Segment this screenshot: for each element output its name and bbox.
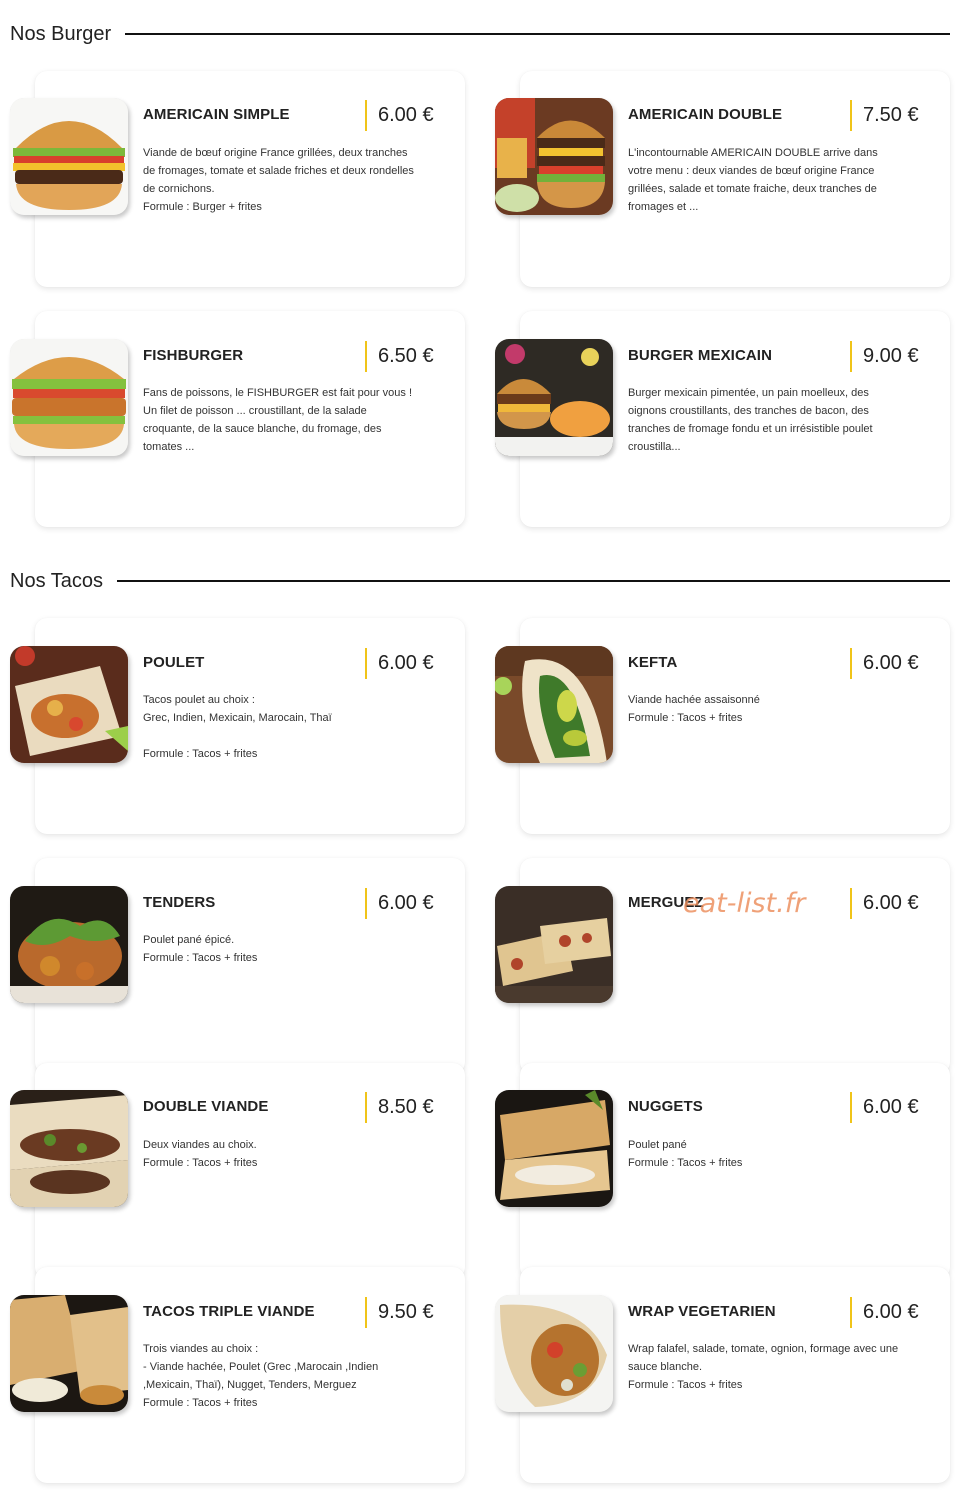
item-description: Poulet pané épicé. Formule : Tacos + fri… [143, 931, 443, 967]
description-line: Formule : Tacos + frites [143, 748, 258, 760]
description-line: Formule : Tacos + frites [143, 1157, 258, 1169]
item-price: 9.00 € [850, 341, 919, 372]
item-name: NUGGETS [628, 1098, 703, 1115]
item-price: 6.00 € [850, 648, 919, 679]
description-line: Un filet de poisson ... croustillant, de… [143, 405, 367, 417]
description-line: Formule : Tacos + frites [143, 952, 258, 964]
description-line: Viande hachée assaisonné [628, 694, 760, 706]
item-price: 8.50 € [365, 1092, 434, 1123]
description-line: Poulet pané [628, 1139, 687, 1151]
description-line [143, 727, 443, 745]
item-name: AMERICAIN DOUBLE [628, 106, 783, 123]
section-title: Nos Tacos [10, 569, 104, 592]
section-header-burger: Nos Burger [10, 19, 950, 49]
item-description: Poulet pané Formule : Tacos + frites [628, 1136, 928, 1172]
description-line: tranches de fromage fondu et un irrésist… [628, 423, 873, 435]
item-name: FISHBURGER [143, 347, 244, 364]
description-line: Poulet pané épicé. [143, 934, 235, 946]
item-name: TACOS TRIPLE VIANDE [143, 1303, 315, 1320]
description-line: - Viande hachée, Poulet (Grec ,Marocain … [143, 1361, 379, 1373]
description-line: Viande de bœuf origine France grillées, … [143, 147, 408, 159]
item-photo [10, 339, 128, 456]
description-line: de fromages, tomate et salade friches et… [143, 165, 414, 177]
item-price: 6.00 € [850, 1297, 919, 1328]
section-divider [117, 580, 950, 582]
item-photo [10, 98, 128, 215]
description-line: votre menu : deux viandes de bœuf origin… [628, 165, 875, 177]
description-line: Wrap falafel, salade, tomate, ognion, fo… [628, 1343, 899, 1355]
description-line: fromages et ... [628, 201, 699, 213]
description-line: sauce blanche. [628, 1361, 702, 1373]
item-price: 6.00 € [365, 648, 434, 679]
item-photo [10, 1090, 128, 1207]
item-price: 6.00 € [850, 888, 919, 919]
item-photo [10, 1295, 128, 1412]
description-line: Fans de poissons, le FISHBURGER est fait… [143, 387, 413, 399]
description-line: Formule : Tacos + frites [628, 1379, 743, 1391]
item-photo [495, 646, 613, 763]
description-line: ,Mexicain, Thaï), Nugget, Tenders, Mergu… [143, 1379, 357, 1391]
description-line: croquante, de la sauce blanche, du froma… [143, 423, 382, 435]
item-price: 7.50 € [850, 100, 919, 131]
item-price: 6.00 € [850, 1092, 919, 1123]
watermark: eat-list.fr [683, 888, 806, 919]
item-price: 6.50 € [365, 341, 434, 372]
description-line: Formule : Tacos + frites [628, 712, 743, 724]
item-price: 6.00 € [365, 888, 434, 919]
section-title: Nos Burger [10, 22, 112, 45]
item-name: POULET [143, 654, 205, 671]
item-description: Viande hachée assaisonné Formule : Tacos… [628, 691, 928, 727]
item-photo [495, 1090, 613, 1207]
item-name: DOUBLE VIANDE [143, 1098, 269, 1115]
description-line: Tacos poulet au choix : [143, 694, 255, 706]
description-line: grillées, salade et tomate fraiche, deux… [628, 183, 877, 195]
description-line: Deux viandes au choix. [143, 1139, 257, 1151]
description-line: Grec, Indien, Mexicain, Marocain, Thaï [143, 712, 332, 724]
item-description: Wrap falafel, salade, tomate, ognion, fo… [628, 1340, 928, 1394]
item-description: Viande de bœuf origine France grillées, … [143, 144, 443, 216]
item-photo [495, 98, 613, 215]
item-name: BURGER MEXICAIN [628, 347, 773, 364]
item-price: 6.00 € [365, 100, 434, 131]
item-photo [10, 886, 128, 1003]
description-line: Formule : Burger + frites [143, 201, 262, 213]
item-name: WRAP VEGETARIEN [628, 1303, 776, 1320]
item-name: AMERICAIN SIMPLE [143, 106, 290, 123]
item-photo [495, 1295, 613, 1412]
item-name: TENDERS [143, 894, 216, 911]
description-line: oignons croustillants, des tranches de b… [628, 405, 869, 417]
description-line: tomates ... [143, 441, 195, 453]
description-line: de cornichons. [143, 183, 215, 195]
item-photo [495, 339, 613, 456]
description-line: Formule : Tacos + frites [628, 1157, 743, 1169]
description-line: Formule : Tacos + frites [143, 1397, 258, 1409]
item-description: Trois viandes au choix : - Viande hachée… [143, 1340, 443, 1412]
item-description: Deux viandes au choix. Formule : Tacos +… [143, 1136, 443, 1172]
section-header-tacos: Nos Tacos [10, 566, 950, 596]
description-line: Trois viandes au choix : [143, 1343, 259, 1355]
description-line: croustilla... [628, 441, 681, 453]
item-description: L'incontournable AMERICAIN DOUBLE arrive… [628, 144, 928, 216]
item-photo [10, 646, 128, 763]
item-name: KEFTA [628, 654, 678, 671]
item-price: 9.50 € [365, 1297, 434, 1328]
description-line: L'incontournable AMERICAIN DOUBLE arrive… [628, 147, 878, 159]
item-description: Tacos poulet au choix : Grec, Indien, Me… [143, 691, 443, 763]
description-line: Burger mexicain pimentée, un pain moelle… [628, 387, 869, 399]
section-divider [125, 33, 950, 35]
item-photo [495, 886, 613, 1003]
item-description: Burger mexicain pimentée, un pain moelle… [628, 384, 928, 456]
item-description: Fans de poissons, le FISHBURGER est fait… [143, 384, 443, 456]
